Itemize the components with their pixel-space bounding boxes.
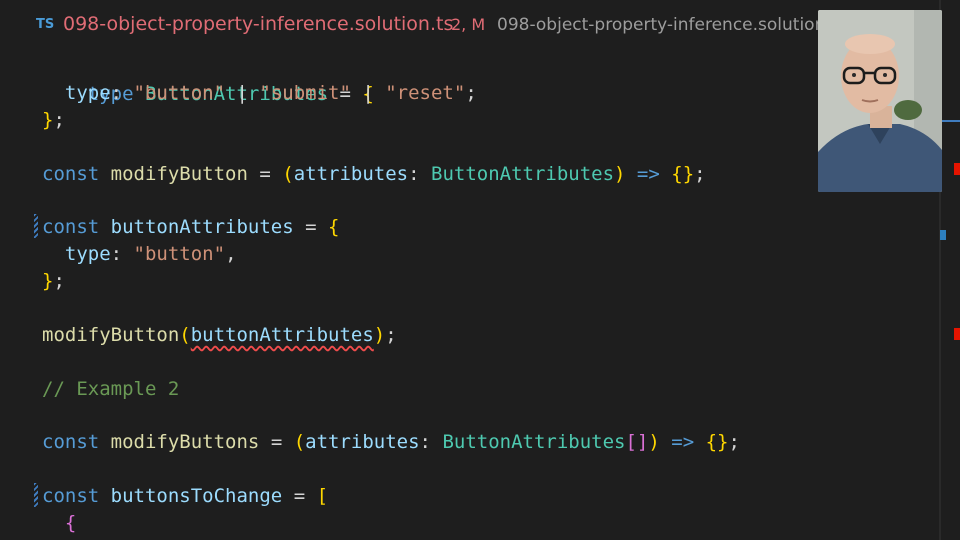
colon: : [408, 163, 431, 185]
keyword: const [42, 163, 100, 185]
semicolon: ; [53, 270, 65, 292]
semicolon: ; [694, 163, 706, 185]
property: type [64, 243, 111, 265]
parameter: attributes [293, 163, 409, 185]
bracket: [ [316, 485, 329, 507]
paren: ( [179, 324, 191, 346]
array-brackets: [] [625, 431, 649, 453]
union-pipe: | [225, 82, 260, 104]
function-body: {} [705, 431, 729, 453]
code-line-15: const modifyButtons = (attributes: Butto… [42, 428, 740, 456]
type-name: ButtonAttributes [442, 431, 626, 453]
keyword: const [42, 216, 100, 238]
arrow: => [659, 431, 706, 453]
code-line-3: }; [42, 106, 65, 134]
keyword: const [42, 485, 100, 507]
code-line-11: modifyButton(buttonAttributes); [42, 321, 397, 349]
code-line-17: const buttonsToChange = [ [42, 482, 328, 510]
code-line-5: const modifyButton = (attributes: Button… [42, 160, 706, 188]
paren: ) [648, 431, 660, 453]
function-name: modifyButton [110, 163, 248, 185]
operator: = [247, 163, 283, 185]
function-body: {} [671, 163, 695, 185]
operator: = [259, 431, 294, 453]
tab-problems-modified-badge: 2, M [451, 15, 486, 34]
overview-ruler-error-marker [954, 328, 960, 340]
presenter-webcam-overlay [818, 10, 942, 192]
typescript-file-icon: TS [36, 17, 55, 32]
function-call: modifyButton [42, 324, 180, 346]
presenter-image [818, 10, 942, 192]
paren: ) [614, 163, 626, 185]
brace: { [328, 216, 340, 238]
string-literal: "button" [133, 82, 226, 104]
keyword: const [42, 431, 100, 453]
paren: ) [373, 324, 386, 346]
comma: , [225, 243, 237, 265]
string-literal: "submit" [259, 82, 351, 104]
code-line-9: }; [42, 267, 65, 295]
code-line-1: type ButtonAttributes = { [42, 52, 374, 105]
semicolon: ; [385, 324, 397, 346]
colon: : [419, 431, 443, 453]
type-name: ButtonAttributes [431, 163, 615, 185]
overview-ruler-modified-marker [940, 230, 946, 240]
semicolon: ; [728, 431, 740, 453]
code-line-2: type: "button" | "submit" | "reset"; [42, 79, 477, 107]
parameter: attributes [305, 431, 420, 453]
overview-ruler-error-marker [954, 163, 960, 175]
gutter-modified-indicator[interactable] [34, 214, 38, 238]
comment: // Example 2 [42, 378, 180, 400]
paren: ( [282, 163, 294, 185]
colon: : [110, 243, 134, 265]
tab-file-title[interactable]: 098-object-property-inference.solution.t… [63, 13, 453, 35]
code-line-18: { [42, 509, 76, 537]
gutter-modified-indicator[interactable] [34, 483, 38, 507]
code-line-8: type: "button", [42, 240, 237, 268]
string-literal: "button" [133, 243, 226, 265]
error-squiggle-argument[interactable]: buttonAttributes [191, 324, 374, 346]
editor-tab-bar: TS 098-object-property-inference.solutio… [0, 0, 960, 50]
variable-name: buttonAttributes [110, 216, 294, 238]
code-line-7: const buttonAttributes = { [42, 213, 339, 241]
overview-ruler-cursor-marker [940, 120, 960, 122]
union-pipe: | [350, 82, 386, 104]
paren: ( [293, 431, 306, 453]
variable-name: buttonsToChange [110, 485, 283, 507]
code-editor[interactable]: type ButtonAttributes = { type: "button"… [0, 52, 936, 540]
semicolon: ; [53, 109, 65, 131]
function-name: modifyButtons [110, 431, 260, 453]
brace: } [42, 109, 54, 131]
code-line-13: // Example 2 [42, 375, 179, 403]
operator: = [282, 485, 317, 507]
brace: { [64, 512, 77, 534]
brace: } [42, 270, 54, 292]
arrow: => [625, 163, 672, 185]
string-literal: "reset" [385, 82, 466, 104]
property: type [64, 82, 111, 104]
operator: = [293, 216, 329, 238]
breadcrumb-file[interactable]: 098-object-property-inference.solution.t… [497, 15, 846, 35]
semicolon: ; [465, 82, 477, 104]
colon: : [110, 82, 134, 104]
